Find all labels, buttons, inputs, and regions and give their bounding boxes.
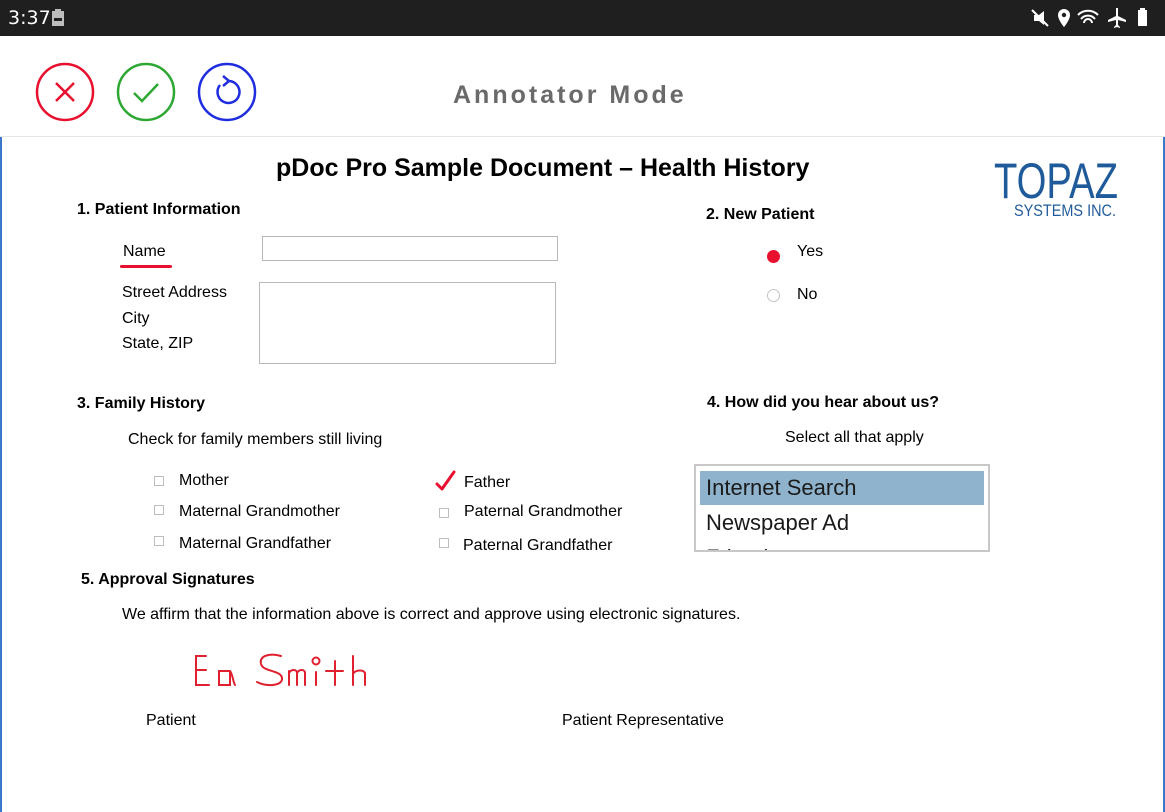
- status-bar: 3:37: [0, 0, 1165, 36]
- checkmark-icon: [435, 470, 456, 491]
- name-field[interactable]: [262, 236, 558, 261]
- patient-signature-label: Patient: [146, 712, 196, 729]
- section-how-heard: 4. How did you hear about us?: [707, 394, 940, 411]
- cancel-button[interactable]: [34, 61, 96, 123]
- reset-button[interactable]: [196, 61, 258, 123]
- section-new-patient: 2. New Patient: [706, 206, 815, 223]
- mother-label: Mother: [179, 472, 229, 489]
- approval-statement: We affirm that the information above is …: [122, 606, 741, 623]
- maternal-grandfather-label: Maternal Grandfather: [179, 535, 332, 552]
- maternal-grandfather-checkbox[interactable]: [154, 536, 164, 546]
- maternal-grandmother-label: Maternal Grandmother: [179, 503, 340, 520]
- city-label: City: [122, 310, 150, 327]
- father-checkbox-checked[interactable]: [433, 470, 459, 494]
- name-label: Name: [123, 243, 166, 260]
- mute-icon: [1031, 9, 1049, 27]
- street-address-label: Street Address: [122, 284, 227, 301]
- listbox-option-newspaper-ad[interactable]: Newspaper Ad: [700, 506, 984, 540]
- wifi-icon: [1077, 9, 1099, 24]
- new-patient-no-label: No: [797, 286, 818, 303]
- patient-signature: [195, 653, 366, 687]
- paternal-grandmother-checkbox[interactable]: [439, 508, 449, 518]
- close-circle-icon: [35, 62, 95, 122]
- representative-signature-label: Patient Representative: [562, 712, 724, 729]
- listbox-option-friend[interactable]: Friend: [700, 541, 984, 550]
- accept-button[interactable]: [115, 61, 177, 123]
- document-title: pDoc Pro Sample Document – Health Histor…: [276, 154, 810, 182]
- check-circle-icon: [116, 62, 176, 122]
- paternal-grandfather-label: Paternal Grandfather: [463, 537, 613, 554]
- section-patient-information: 1. Patient Information: [77, 201, 241, 218]
- new-patient-no-radio[interactable]: [767, 289, 780, 302]
- new-patient-yes-label: Yes: [797, 243, 824, 260]
- name-underline-annotation: [120, 265, 172, 268]
- annotator-toolbar: Annotator Mode: [0, 36, 1165, 137]
- system-icons: [1030, 6, 1155, 30]
- paternal-grandfather-checkbox[interactable]: [439, 538, 449, 548]
- address-field[interactable]: [259, 282, 556, 364]
- family-instruction: Check for family members still living: [128, 431, 383, 448]
- undo-circle-icon: [197, 62, 257, 122]
- new-patient-yes-radio[interactable]: [767, 250, 780, 263]
- battery-icon: [1138, 8, 1147, 26]
- svg-text:SYSTEMS INC.: SYSTEMS INC.: [1014, 201, 1116, 220]
- section-approval-signatures: 5. Approval Signatures: [81, 571, 255, 588]
- paternal-grandmother-label: Paternal Grandmother: [464, 503, 623, 520]
- section-family-history: 3. Family History: [77, 395, 206, 412]
- mode-title: Annotator Mode: [453, 81, 687, 109]
- listbox-option-internet-search[interactable]: Internet Search: [700, 471, 984, 505]
- location-icon: [1058, 9, 1070, 27]
- how-heard-instruction: Select all that apply: [785, 429, 924, 446]
- airplane-icon: [1108, 8, 1126, 28]
- window-frame: [0, 36, 1165, 812]
- how-heard-listbox[interactable]: Internet Search Newspaper Ad Friend: [694, 464, 990, 552]
- patient-signature-area[interactable]: [193, 642, 393, 694]
- state-zip-label: State, ZIP: [122, 335, 194, 352]
- battery-saver-icon: [52, 9, 64, 26]
- maternal-grandmother-checkbox[interactable]: [154, 505, 164, 515]
- father-label: Father: [464, 474, 511, 491]
- mother-checkbox[interactable]: [154, 476, 164, 486]
- status-time: 3:37: [8, 7, 51, 29]
- topaz-logo: TOPAZ SYSTEMS INC.: [992, 150, 1122, 220]
